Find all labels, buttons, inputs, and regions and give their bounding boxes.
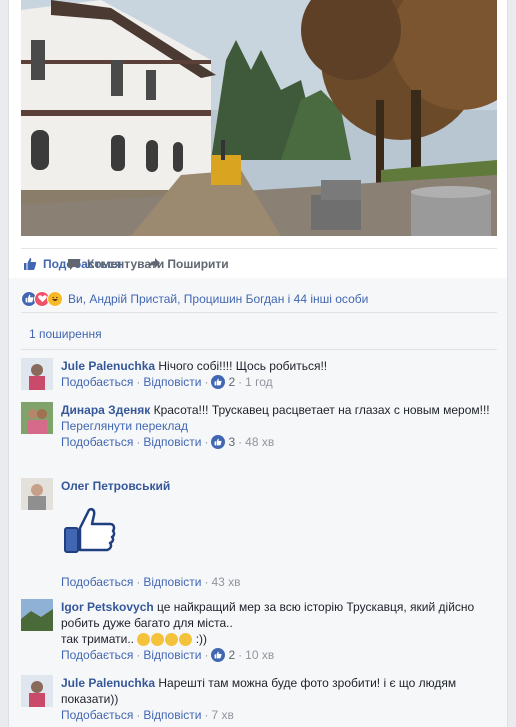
comment-author[interactable]: Jule Palenuchka xyxy=(61,359,155,373)
thumbs-up-sticker-icon xyxy=(63,506,117,554)
comment-icon xyxy=(68,258,80,270)
comment-text-line2: так тримати.. xyxy=(61,632,135,646)
comment-likes[interactable]: 2 xyxy=(211,647,235,663)
comment-like-link[interactable]: Подобається xyxy=(61,647,133,663)
comment-text-suffix: :)) xyxy=(195,632,208,646)
divider xyxy=(21,349,497,350)
avatar[interactable] xyxy=(21,675,53,707)
comment-author[interactable]: Динара Зденяк xyxy=(61,403,150,417)
comment-like-link[interactable]: Подобається xyxy=(61,374,133,390)
comment-reply-link[interactable]: Відповісти xyxy=(143,374,201,390)
comment-likes[interactable]: 2 xyxy=(211,374,235,390)
reactions-summary[interactable]: Ви, Андрій Пристай, Процишин Богдан і 44… xyxy=(21,285,497,313)
comment-reply-link[interactable]: Відповісти xyxy=(143,647,201,663)
comment-item: Jule Palenuchka Нічого собі!!!! Щось роб… xyxy=(21,358,497,394)
thumbs-up-emoji-icon xyxy=(165,633,179,647)
avatar[interactable] xyxy=(21,478,53,510)
post-photo[interactable] xyxy=(21,0,497,236)
comment-meta: Подобається · Відповісти · 43 хв xyxy=(61,574,241,590)
comment-meta: Подобається · Відповісти · 3 · 48 хв xyxy=(61,434,275,450)
comment-meta: Подобається · Відповісти · 2 · 10 хв xyxy=(61,647,275,663)
comment-time[interactable]: 43 хв xyxy=(211,574,240,590)
comment-button[interactable]: Коментувати xyxy=(67,256,507,271)
like-icon xyxy=(211,435,226,449)
comment-likes-count: 2 xyxy=(228,648,236,662)
comment-time[interactable]: 48 хв xyxy=(245,434,274,450)
haha-icon xyxy=(47,290,63,307)
see-translation-link[interactable]: Переглянути переклад xyxy=(61,418,491,434)
comment-item: Jule Palenuchka Нарешті там можна буде ф… xyxy=(21,675,497,727)
comment-author[interactable]: Олег Петровський xyxy=(61,479,170,493)
comment-time[interactable]: 1 год xyxy=(245,374,273,390)
victory-hand-emoji-icon xyxy=(179,633,193,647)
comment-text: Красота!!! Трускавец расцветает на глаза… xyxy=(153,403,490,417)
comment-author[interactable]: Jule Palenuchka xyxy=(61,676,155,690)
comment-reply-link[interactable]: Відповісти xyxy=(143,574,201,590)
post-action-bar: Подобається Коментувати Поширити xyxy=(21,248,497,278)
comment-reply-link[interactable]: Відповісти xyxy=(143,434,201,450)
comment-button-label: Коментувати xyxy=(87,256,165,271)
comment-item: Igor Petskovych це найкращий мер за всю … xyxy=(21,599,497,669)
reaction-icons xyxy=(21,290,63,307)
comment-like-link[interactable]: Подобається xyxy=(61,707,133,723)
post-card: Подобається Коментувати Поширити Ви, Анд… xyxy=(8,0,508,727)
comment-item: Динара Зденяк Красота!!! Трускавец расцв… xyxy=(21,402,497,472)
avatar[interactable] xyxy=(21,402,53,434)
shares-count[interactable]: 1 поширення xyxy=(29,327,102,341)
comment-reply-link[interactable]: Відповісти xyxy=(143,707,201,723)
ok-hand-emoji-icon xyxy=(151,633,165,647)
emoji-row xyxy=(137,633,193,647)
avatar[interactable] xyxy=(21,599,53,631)
comment-text: Нічого собі!!!! Щось робиться!! xyxy=(158,359,328,373)
comment-likes-count: 3 xyxy=(228,435,236,449)
comment-meta: Подобається · Відповісти · 2 · 1 год xyxy=(61,374,273,390)
comment-likes[interactable]: 3 xyxy=(211,434,235,450)
like-icon xyxy=(211,648,226,662)
comment-author[interactable]: Igor Petskovych xyxy=(61,600,154,614)
comment-likes-count: 2 xyxy=(228,375,236,389)
clap-emoji-icon xyxy=(137,633,151,647)
avatar[interactable] xyxy=(21,358,53,390)
thumbs-up-icon xyxy=(24,257,37,270)
comment-item: Олег Петровський Подобається · Відповісти… xyxy=(21,478,497,590)
like-icon xyxy=(211,375,226,389)
comment-like-link[interactable]: Подобається xyxy=(61,574,133,590)
reaction-names[interactable]: Ви, Андрій Пристай, Процишин Богдан і 44… xyxy=(68,292,368,306)
comment-time[interactable]: 7 хв xyxy=(211,707,233,723)
comment-time[interactable]: 10 хв xyxy=(245,647,274,663)
comment-meta: Подобається · Відповісти · 7 хв xyxy=(61,707,234,723)
comment-like-link[interactable]: Подобається xyxy=(61,434,133,450)
